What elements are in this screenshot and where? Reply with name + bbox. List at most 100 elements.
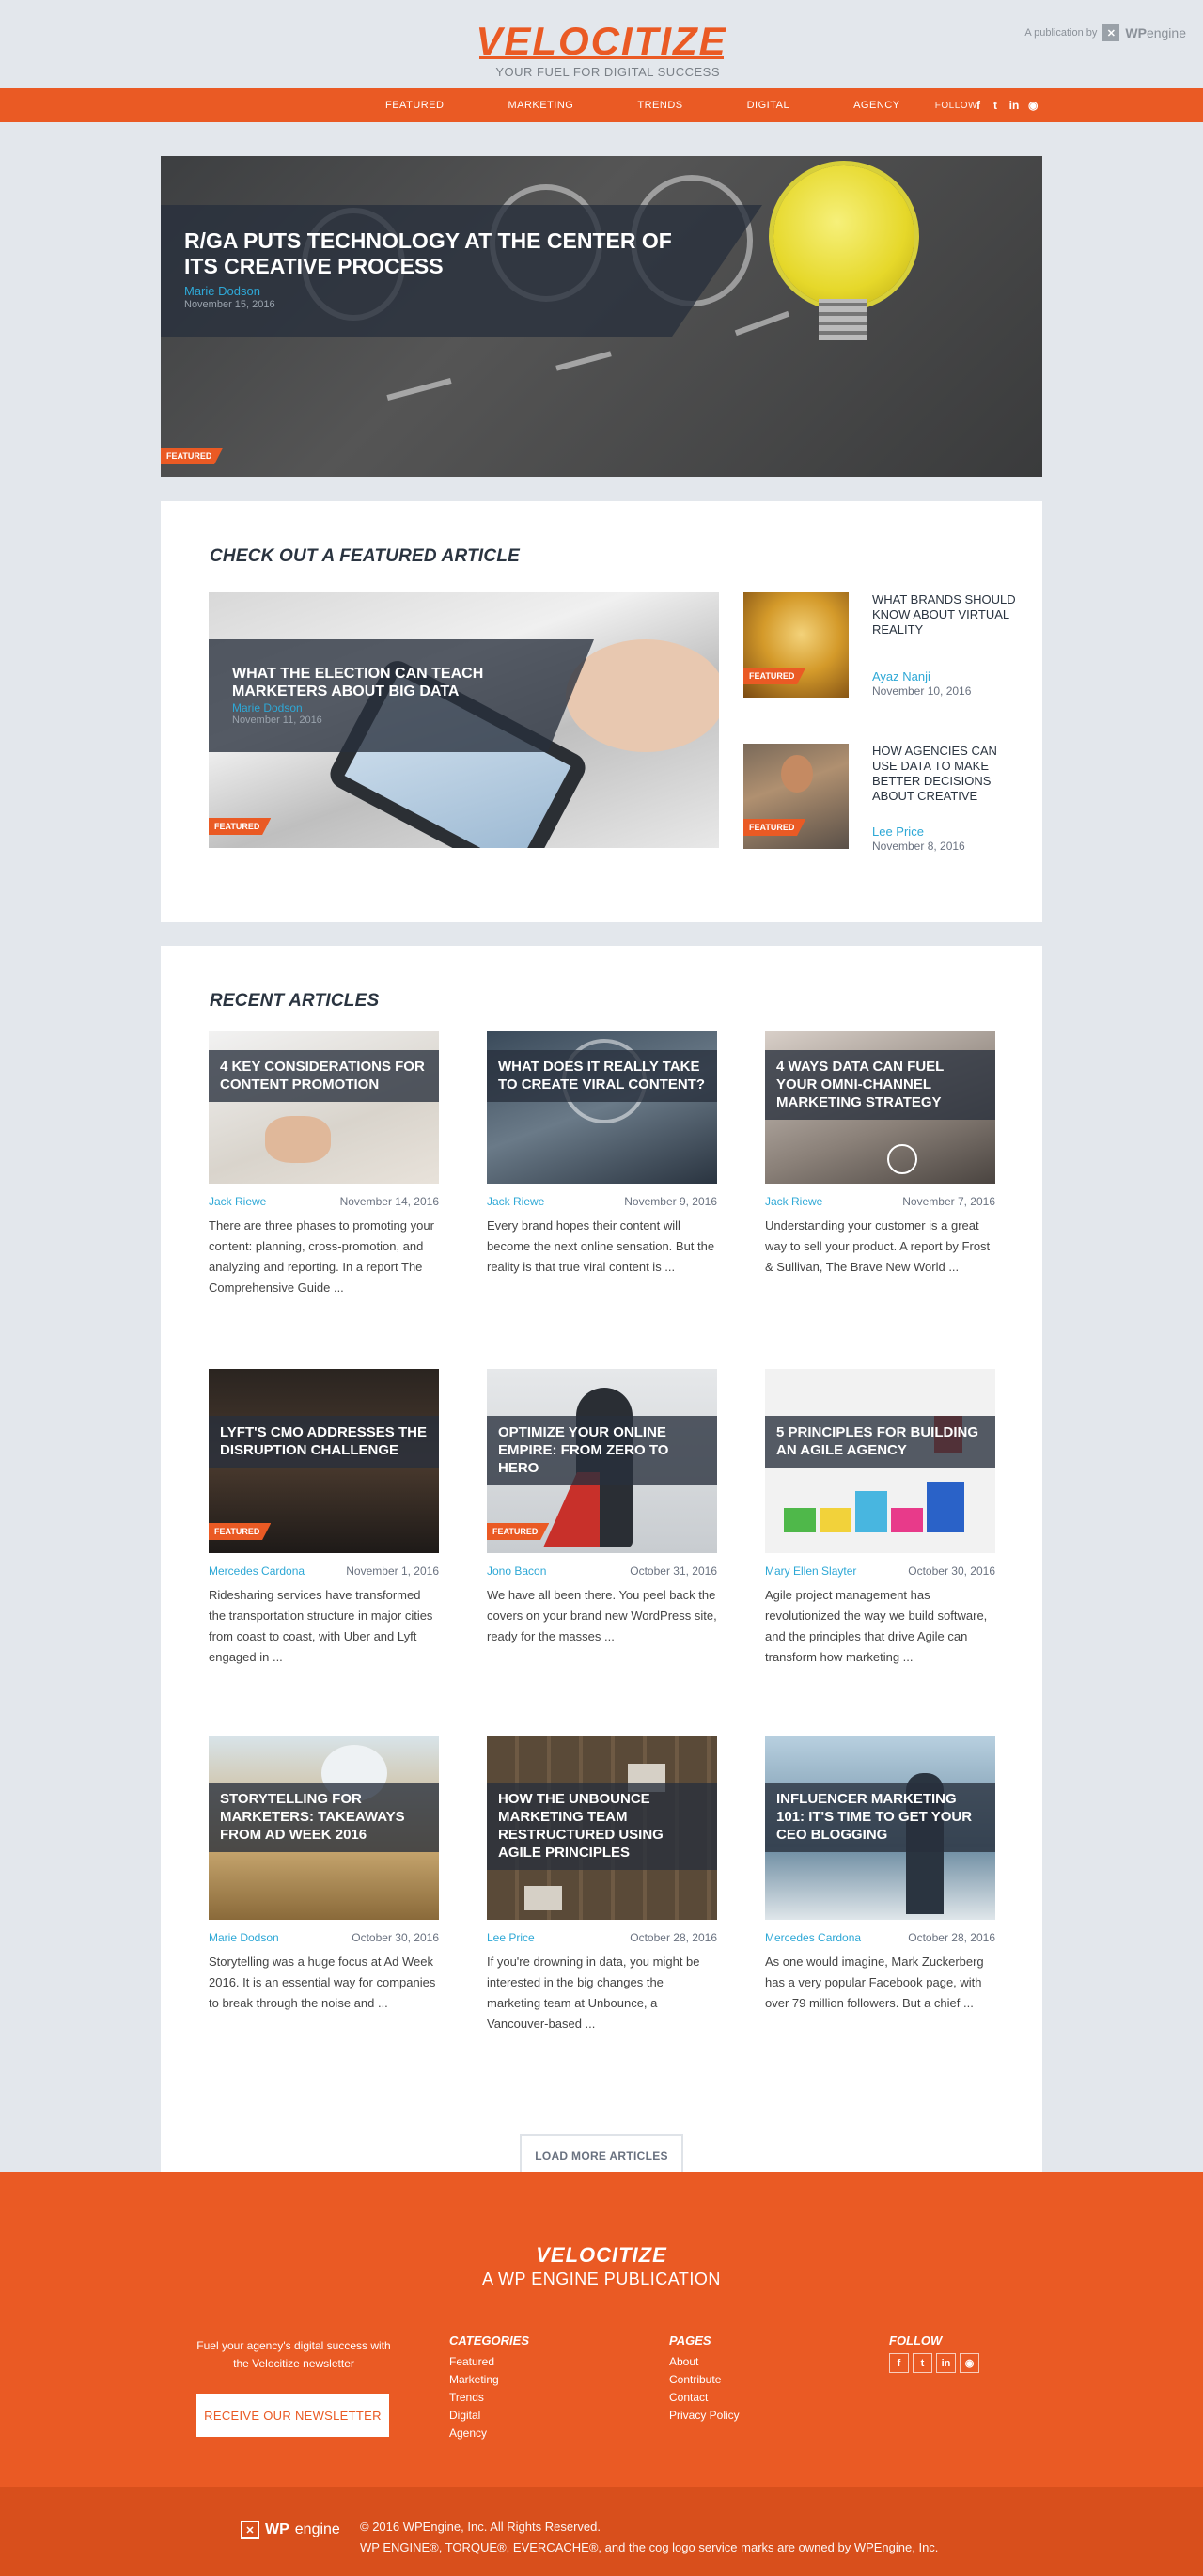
main-nav: FEATURED MARKETING TRENDS DIGITAL AGENCY… — [0, 88, 1203, 122]
article-card[interactable]: 4 KEY CONSIDERATIONS FOR CONTENT PROMOTI… — [209, 1031, 439, 1298]
wp-engine-logo[interactable]: ✕ WP engine — [241, 2521, 340, 2539]
article-thumbnail[interactable]: STORYTELLING FOR MARKETERS: TAKEAWAYS FR… — [209, 1736, 439, 1920]
featured-main-author[interactable]: Marie Dodson — [232, 701, 303, 715]
article-excerpt: Storytelling was a huge focus at Ad Week… — [209, 1955, 436, 2010]
footer-link-privacy-policy[interactable]: Privacy Policy — [669, 2407, 740, 2425]
rss-icon[interactable]: ◉ — [1028, 99, 1038, 112]
article-card[interactable]: LYFT'S CMO ADDRESSES THE DISRUPTION CHAL… — [209, 1369, 439, 1668]
footer-link-trends[interactable]: Trends — [449, 2389, 529, 2407]
wp-engine-engine-label: engine — [294, 2521, 340, 2537]
vr-thumbnail[interactable]: FEATURED — [743, 592, 849, 698]
article-author[interactable]: Mercedes Cardona — [765, 1931, 861, 1944]
hero-author[interactable]: Marie Dodson — [184, 284, 260, 298]
article-card[interactable]: HOW THE UNBOUNCE MARKETING TEAM RESTRUCT… — [487, 1736, 717, 2034]
article-author[interactable]: Jack Riewe — [487, 1195, 544, 1208]
nav-item-digital[interactable]: DIGITAL — [747, 100, 789, 111]
side-article-author[interactable]: Lee Price — [872, 825, 924, 839]
article-title[interactable]: INFLUENCER MARKETING 101: IT'S TIME TO G… — [776, 1790, 984, 1844]
article-title-overlay: INFLUENCER MARKETING 101: IT'S TIME TO G… — [765, 1783, 995, 1852]
publication-credit[interactable]: A publication by ✕ WPengine — [1024, 24, 1186, 41]
article-card[interactable]: 5 PRINCIPLES FOR BUILDING AN AGILE AGENC… — [765, 1369, 995, 1668]
side-article-title[interactable]: HOW AGENCIES CAN USE DATA TO MAKE BETTER… — [872, 744, 1023, 804]
copyright-text: © 2016 WPEngine, Inc. All Rights Reserve… — [360, 2517, 938, 2558]
facebook-icon[interactable]: f — [889, 2353, 909, 2373]
nav-item-trends[interactable]: TRENDS — [637, 100, 682, 111]
footer-link-agency[interactable]: Agency — [449, 2425, 529, 2442]
wp-engine-logo-icon: ✕ — [1102, 24, 1120, 41]
footer-link-about[interactable]: About — [669, 2353, 740, 2371]
article-title[interactable]: OPTIMIZE YOUR ONLINE EMPIRE: FROM ZERO T… — [498, 1423, 706, 1477]
nav-item-marketing[interactable]: MARKETING — [508, 100, 573, 111]
hand-image — [566, 639, 719, 752]
article-title[interactable]: 4 KEY CONSIDERATIONS FOR CONTENT PROMOTI… — [220, 1058, 428, 1093]
article-title[interactable]: 5 PRINCIPLES FOR BUILDING AN AGILE AGENC… — [776, 1423, 984, 1459]
newsletter-button[interactable]: RECEIVE OUR NEWSLETTER — [196, 2394, 389, 2437]
article-author[interactable]: Jono Bacon — [487, 1564, 546, 1578]
facebook-icon[interactable]: f — [974, 99, 983, 112]
article-title[interactable]: LYFT'S CMO ADDRESSES THE DISRUPTION CHAL… — [220, 1423, 428, 1459]
footer-logo[interactable]: VELOCITIZE — [526, 2243, 677, 2268]
side-article-author[interactable]: Ayaz Nanji — [872, 669, 930, 683]
article-card[interactable]: INFLUENCER MARKETING 101: IT'S TIME TO G… — [765, 1736, 995, 2014]
article-thumbnail[interactable]: 4 WAYS DATA CAN FUEL YOUR OMNI-CHANNEL M… — [765, 1031, 995, 1184]
twitter-icon[interactable]: t — [913, 2353, 932, 2373]
article-date: November 7, 2016 — [902, 1195, 995, 1208]
article-title[interactable]: 4 WAYS DATA CAN FUEL YOUR OMNI-CHANNEL M… — [776, 1058, 984, 1111]
article-excerpt: Agile project management has revolutioni… — [765, 1588, 988, 1664]
article-author[interactable]: Jack Riewe — [209, 1195, 266, 1208]
hero-article[interactable]: R/GA PUTS TECHNOLOGY AT THE CENTER OF IT… — [161, 156, 1042, 477]
linkedin-icon[interactable]: in — [936, 2353, 956, 2373]
article-title-overlay: WHAT DOES IT REALLY TAKE TO CREATE VIRAL… — [487, 1050, 717, 1102]
article-excerpt: Ridesharing services have transformed th… — [209, 1588, 433, 1664]
article-card[interactable]: STORYTELLING FOR MARKETERS: TAKEAWAYS FR… — [209, 1736, 439, 2014]
featured-side-article[interactable]: FEATURED WHAT BRANDS SHOULD KNOW ABOUT V… — [743, 592, 1025, 705]
article-thumbnail[interactable]: INFLUENCER MARKETING 101: IT'S TIME TO G… — [765, 1736, 995, 1920]
featured-side-article[interactable]: FEATURED HOW AGENCIES CAN USE DATA TO MA… — [743, 744, 1025, 856]
article-date: October 30, 2016 — [352, 1931, 439, 1944]
article-date: November 1, 2016 — [346, 1564, 439, 1578]
article-author[interactable]: Mary Ellen Slayter — [765, 1564, 856, 1578]
featured-main-title[interactable]: WHAT THE ELECTION CAN TEACH MARKETERS AB… — [232, 665, 514, 700]
hero-title[interactable]: R/GA PUTS TECHNOLOGY AT THE CENTER OF IT… — [184, 228, 711, 279]
side-article-title[interactable]: WHAT BRANDS SHOULD KNOW ABOUT VIRTUAL RE… — [872, 592, 1023, 637]
article-title-overlay: 4 WAYS DATA CAN FUEL YOUR OMNI-CHANNEL M… — [765, 1050, 995, 1120]
article-title[interactable]: STORYTELLING FOR MARKETERS: TAKEAWAYS FR… — [220, 1790, 428, 1844]
article-thumbnail[interactable]: 5 PRINCIPLES FOR BUILDING AN AGILE AGENC… — [765, 1369, 995, 1553]
footer-link-featured[interactable]: Featured — [449, 2353, 529, 2371]
twitter-icon[interactable]: t — [991, 99, 1000, 112]
site-logo[interactable]: VELOCITIZE YOUR FUEL FOR DIGITAL SUCCESS — [470, 21, 733, 80]
featured-badge: FEATURED — [209, 1523, 272, 1540]
footer-link-contact[interactable]: Contact — [669, 2389, 740, 2407]
footer-link-marketing[interactable]: Marketing — [449, 2371, 529, 2389]
footer-categories: CATEGORIES Featured Marketing Trends Dig… — [449, 2333, 529, 2442]
newsletter-text: Fuel your agency's digital success with … — [196, 2339, 391, 2370]
footer-pages: PAGES About Contribute Contact Privacy P… — [669, 2333, 740, 2425]
article-thumbnail[interactable]: 4 KEY CONSIDERATIONS FOR CONTENT PROMOTI… — [209, 1031, 439, 1184]
wp-engine-wp-label: WP — [265, 2521, 289, 2537]
footer-link-digital[interactable]: Digital — [449, 2407, 529, 2425]
article-author[interactable]: Lee Price — [487, 1931, 535, 1944]
article-author[interactable]: Jack Riewe — [765, 1195, 822, 1208]
publication-label: A publication by — [1024, 27, 1098, 39]
article-card[interactable]: OPTIMIZE YOUR ONLINE EMPIRE: FROM ZERO T… — [487, 1369, 717, 1647]
article-card[interactable]: WHAT DOES IT REALLY TAKE TO CREATE VIRAL… — [487, 1031, 717, 1278]
article-thumbnail[interactable]: HOW THE UNBOUNCE MARKETING TEAM RESTRUCT… — [487, 1736, 717, 1920]
featured-main-article[interactable]: WHAT THE ELECTION CAN TEACH MARKETERS AB… — [209, 592, 719, 848]
footer-link-contribute[interactable]: Contribute — [669, 2371, 740, 2389]
article-thumbnail[interactable]: LYFT'S CMO ADDRESSES THE DISRUPTION CHAL… — [209, 1369, 439, 1553]
article-title[interactable]: WHAT DOES IT REALLY TAKE TO CREATE VIRAL… — [498, 1058, 706, 1093]
nav-item-featured[interactable]: FEATURED — [385, 100, 444, 111]
article-author[interactable]: Mercedes Cardona — [209, 1564, 305, 1578]
rss-icon[interactable]: ◉ — [960, 2353, 979, 2373]
article-thumbnail[interactable]: WHAT DOES IT REALLY TAKE TO CREATE VIRAL… — [487, 1031, 717, 1184]
article-title[interactable]: HOW THE UNBOUNCE MARKETING TEAM RESTRUCT… — [498, 1790, 706, 1861]
article-card[interactable]: 4 WAYS DATA CAN FUEL YOUR OMNI-CHANNEL M… — [765, 1031, 995, 1278]
agency-data-thumbnail[interactable]: FEATURED — [743, 744, 849, 849]
nav-item-agency[interactable]: AGENCY — [853, 100, 899, 111]
article-excerpt: Every brand hopes their content will bec… — [487, 1218, 715, 1274]
article-thumbnail[interactable]: OPTIMIZE YOUR ONLINE EMPIRE: FROM ZERO T… — [487, 1369, 717, 1553]
linkedin-icon[interactable]: in — [1008, 99, 1021, 112]
chalk-arrow — [734, 310, 790, 337]
article-author[interactable]: Marie Dodson — [209, 1931, 279, 1944]
wp-engine-cog-icon: ✕ — [241, 2521, 259, 2539]
